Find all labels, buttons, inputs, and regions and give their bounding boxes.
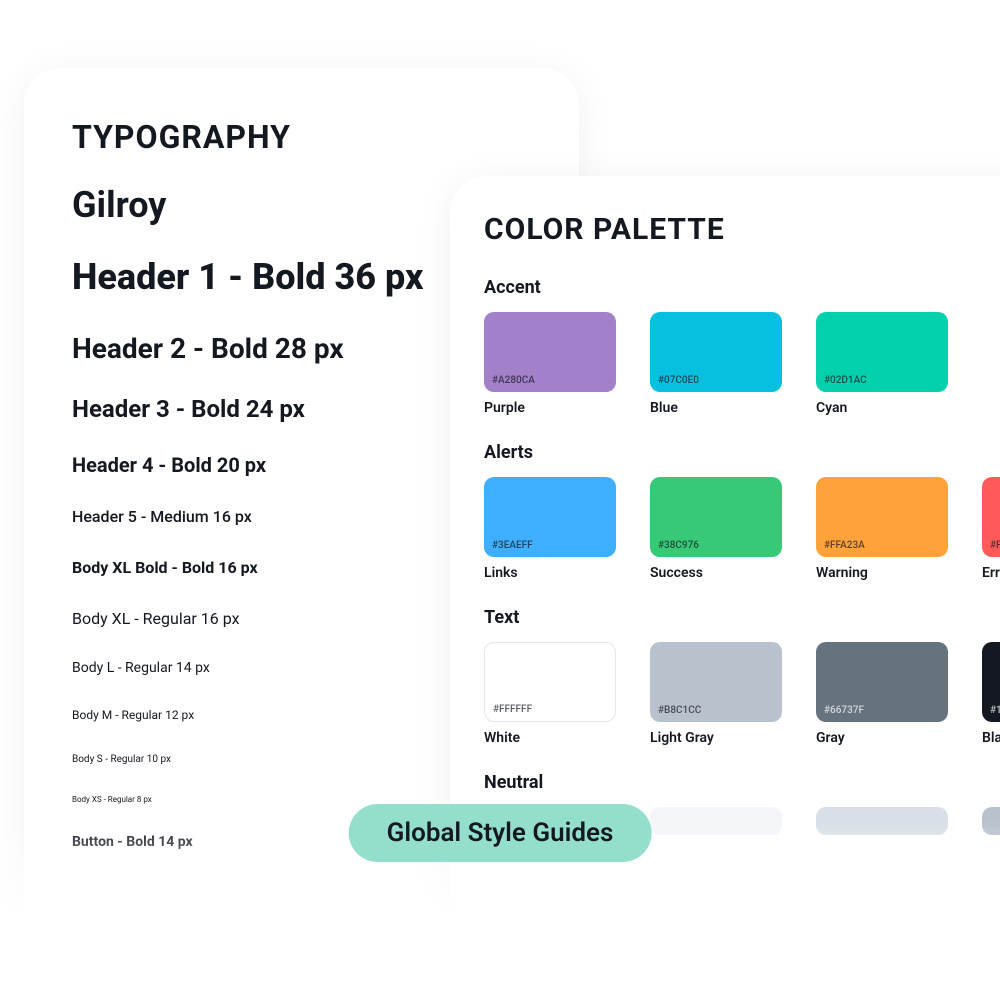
- typography-heading: TYPOGRAPHY: [72, 118, 531, 156]
- swatch-row-accent: #A280CA Purple #07C0E0 Blue #02D1AC Cyan: [484, 312, 1000, 416]
- swatch-blue: #07C0E0 Blue: [650, 312, 782, 416]
- swatch-hex: #02D1AC: [824, 375, 867, 386]
- swatch-white: #FFFFFF White: [484, 642, 616, 746]
- swatch-hex: #FF5A5A: [990, 540, 1000, 551]
- swatch-label: Error: [982, 565, 1000, 581]
- swatch-box: [650, 807, 782, 835]
- swatch-label: Gray: [816, 730, 948, 746]
- swatch-label: Blue: [650, 400, 782, 416]
- group-title-alerts: Alerts: [484, 442, 1000, 463]
- swatch-label: Warning: [816, 565, 948, 581]
- swatch-box: #3EAEFF: [484, 477, 616, 557]
- swatch-hex: #07C0E0: [658, 375, 699, 386]
- swatch-neutral-2: [650, 807, 782, 835]
- swatch-label: Purple: [484, 400, 616, 416]
- swatch-box: #07C0E0: [650, 312, 782, 392]
- swatch-hex: #FFA23A: [824, 540, 865, 551]
- swatch-box: [816, 807, 948, 835]
- swatch-box: [982, 807, 1000, 835]
- swatch-hex: #3EAEFF: [492, 540, 533, 551]
- swatch-light-gray: #B8C1CC Light Gray: [650, 642, 782, 746]
- swatch-row-text: #FFFFFF White #B8C1CC Light Gray #66737F…: [484, 642, 1000, 746]
- swatch-black: #141820 Black: [982, 642, 1000, 746]
- group-title-neutral: Neutral: [484, 772, 1000, 793]
- swatch-box: #FFFFFF: [484, 642, 616, 722]
- swatch-cyan: #02D1AC Cyan: [816, 312, 948, 416]
- swatch-hex: #141820: [990, 705, 1000, 716]
- swatch-hex: #B8C1CC: [658, 705, 701, 716]
- swatch-label: Black: [982, 730, 1000, 746]
- swatch-label: Light Gray: [650, 730, 782, 746]
- swatch-success: #38C976 Success: [650, 477, 782, 581]
- swatch-neutral-4: [982, 807, 1000, 835]
- swatch-gray: #66737F Gray: [816, 642, 948, 746]
- swatch-links: #3EAEFF Links: [484, 477, 616, 581]
- swatch-box: #FFA23A: [816, 477, 948, 557]
- swatch-box: #02D1AC: [816, 312, 948, 392]
- color-palette-heading: COLOR PALETTE: [484, 212, 1000, 247]
- swatch-purple: #A280CA Purple: [484, 312, 616, 416]
- swatch-hex: #38C976: [658, 540, 699, 551]
- swatch-box: #FF5A5A: [982, 477, 1000, 557]
- swatch-label: Links: [484, 565, 616, 581]
- swatch-hex: #FFFFFF: [493, 704, 532, 715]
- swatch-warning: #FFA23A Warning: [816, 477, 948, 581]
- swatch-row-alerts: #3EAEFF Links #38C976 Success #FFA23A Wa…: [484, 477, 1000, 581]
- group-title-accent: Accent: [484, 277, 1000, 298]
- swatch-label: White: [484, 730, 616, 746]
- swatch-label: Success: [650, 565, 782, 581]
- swatch-box: #B8C1CC: [650, 642, 782, 722]
- swatch-label: Cyan: [816, 400, 948, 416]
- swatch-box: #38C976: [650, 477, 782, 557]
- swatch-box: #A280CA: [484, 312, 616, 392]
- group-title-text: Text: [484, 607, 1000, 628]
- swatch-hex: #66737F: [824, 705, 864, 716]
- swatch-hex: #A280CA: [492, 375, 535, 386]
- swatch-box: #66737F: [816, 642, 948, 722]
- swatch-error: #FF5A5A Error: [982, 477, 1000, 581]
- swatch-neutral-3: [816, 807, 948, 835]
- swatch-box: #141820: [982, 642, 1000, 722]
- style-guides-pill: Global Style Guides: [349, 804, 652, 862]
